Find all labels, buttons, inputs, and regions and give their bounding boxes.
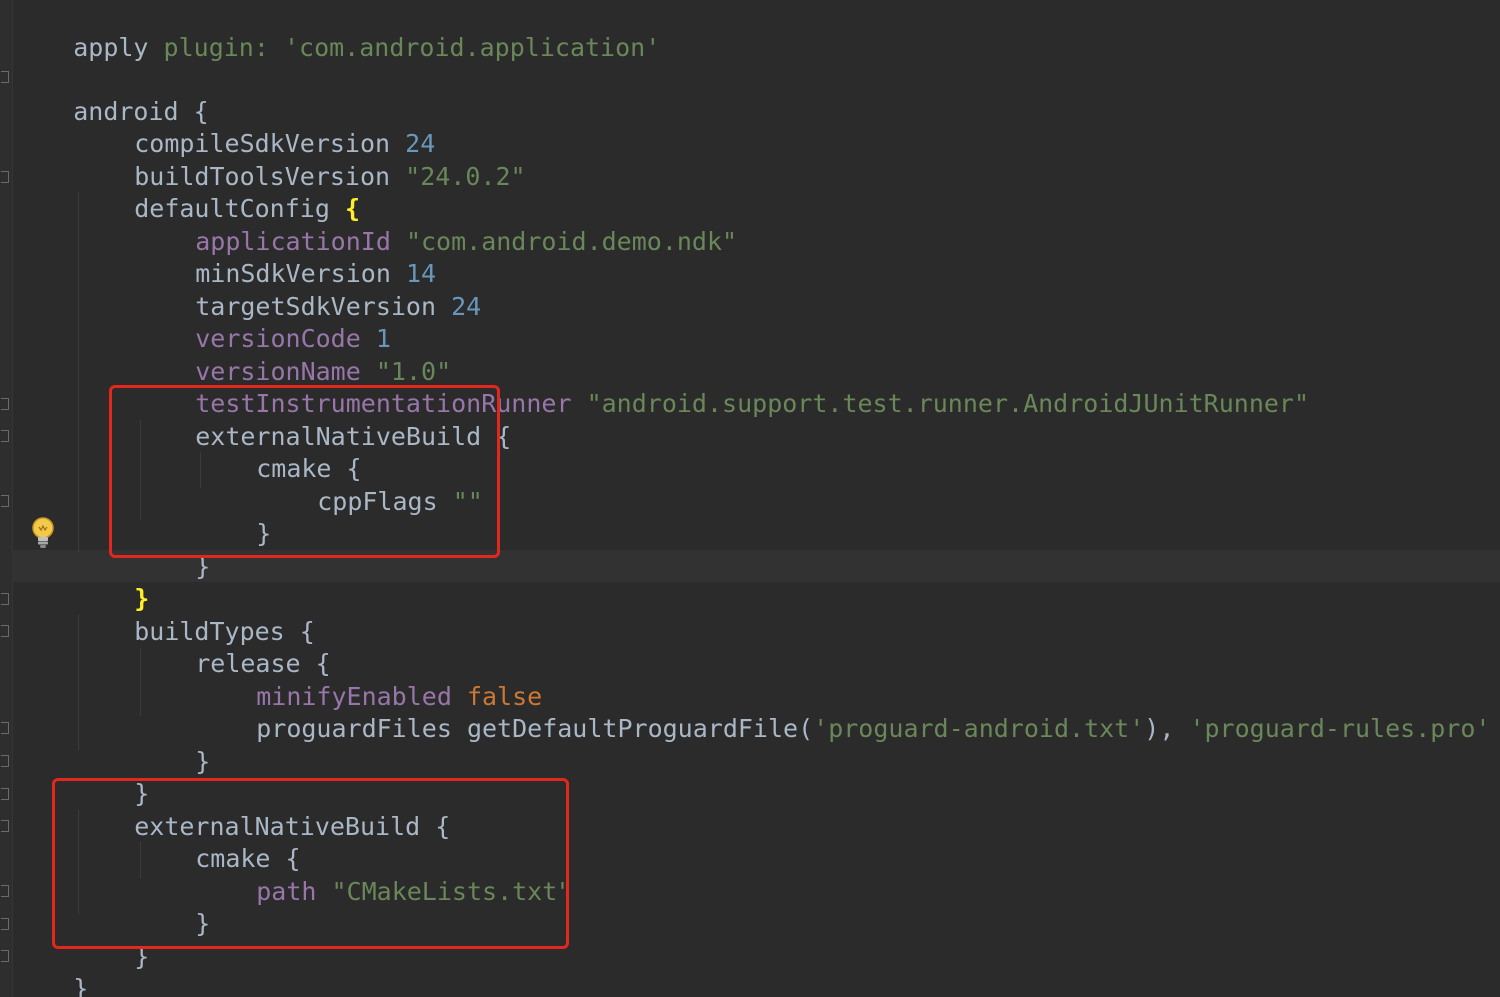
code-line-22[interactable]: proguardFiles getDefaultProguardFile('pr… — [196, 681, 1490, 743]
code-line-4[interactable]: compileSdkVersion 24 — [74, 96, 435, 158]
code-line-1[interactable]: apply plugin: 'com.android.application' — [13, 0, 660, 62]
code-line-9[interactable]: targetSdkVersion 24 — [135, 259, 481, 321]
code-line-8[interactable]: minSdkVersion 14 — [135, 226, 436, 288]
fold-marker-externalnativebuild-end[interactable] — [1, 918, 9, 930]
fold-marker-externalnativebuild[interactable] — [1, 788, 9, 800]
code-line-5[interactable]: buildToolsVersion "24.0.2" — [74, 129, 525, 191]
annotation-box-android-externalnativebuild — [52, 778, 569, 949]
token-separator: ), — [1144, 714, 1190, 743]
fold-marker-cmake-inner-end[interactable] — [1, 495, 9, 507]
code-line-6[interactable]: defaultConfig { — [74, 161, 360, 223]
token-apply: apply — [73, 33, 149, 62]
token-string: "com.android.demo.ndk" — [405, 227, 738, 256]
editor-gutter[interactable] — [0, 0, 13, 997]
token-brace: } — [73, 974, 89, 997]
lightbulb-icon[interactable] — [30, 516, 56, 550]
fold-marker-buildtypes[interactable] — [1, 593, 9, 605]
code-line-12[interactable]: testInstrumentationRunner "android.suppo… — [135, 356, 1309, 418]
token-plugin-value: 'com.android.application' — [283, 33, 661, 62]
fold-marker-cmake-inner[interactable] — [1, 430, 9, 442]
code-line-19[interactable]: buildTypes { — [74, 584, 315, 646]
token-function: getDefaultProguardFile( — [466, 714, 814, 743]
token-string: 'proguard-rules.pro' — [1189, 714, 1491, 743]
code-line-24[interactable]: } — [74, 746, 149, 808]
code-editor[interactable]: apply plugin: 'com.android.application' … — [0, 0, 1500, 997]
token-plugin: plugin: — [163, 33, 269, 62]
fold-marker-externalnativebuild-inner[interactable] — [1, 398, 9, 410]
token-string: 'proguard-android.txt' — [813, 714, 1145, 743]
fold-marker-release[interactable] — [1, 625, 9, 637]
fold-marker-android[interactable] — [1, 71, 9, 83]
token-key: proguardFiles — [256, 714, 452, 743]
fold-marker-cmake-end[interactable] — [1, 885, 9, 897]
token-brace: } — [195, 747, 211, 776]
token-string: "24.0.2" — [405, 162, 526, 191]
token-number: 24 — [451, 292, 482, 321]
token-string: "android.support.test.runner.AndroidJUni… — [586, 389, 1310, 418]
code-line-3[interactable]: android { — [13, 64, 208, 126]
fold-marker-defaultconfig[interactable] — [1, 171, 9, 183]
annotation-box-defaultconfig-externalnativebuild — [109, 385, 500, 558]
fold-marker-android-end[interactable] — [1, 950, 9, 962]
code-line-20[interactable]: release { — [135, 616, 330, 678]
fold-marker-release-end[interactable] — [1, 722, 9, 734]
code-line-21[interactable]: minifyEnabled false — [196, 649, 542, 711]
code-line-11[interactable]: versionName "1.0" — [135, 324, 451, 386]
code-line-23[interactable]: } — [135, 714, 210, 776]
code-line-7[interactable]: applicationId "com.android.demo.ndk" — [135, 194, 737, 256]
fold-marker-buildtypes-end[interactable] — [1, 755, 9, 767]
code-line-10[interactable]: versionCode 1 — [135, 291, 391, 353]
fold-marker-cmake[interactable] — [1, 820, 9, 832]
